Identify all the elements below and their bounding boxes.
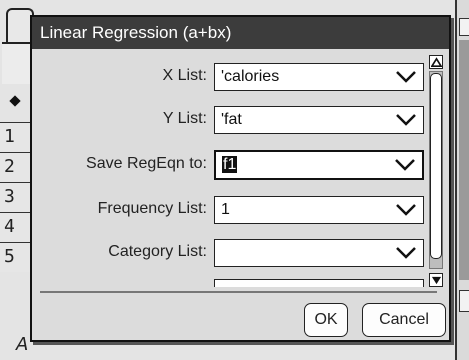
chevron-down-icon — [396, 114, 416, 126]
background-cell-reference: A — [16, 334, 29, 355]
y-list-value: 'fat — [221, 111, 242, 128]
frequency-list-value: 1 — [221, 201, 230, 218]
triangle-down-icon — [431, 276, 441, 284]
formula-row-diamond-icon — [9, 95, 21, 107]
scroll-thumb[interactable] — [430, 73, 442, 259]
x-list-label: X List: — [162, 67, 207, 84]
chevron-down-icon — [396, 247, 416, 259]
background-right-control — [459, 18, 469, 36]
triangle-up-icon — [430, 56, 442, 67]
frequency-list-label: Frequency List: — [97, 200, 207, 217]
y-list-select[interactable]: 'fat — [214, 106, 424, 134]
row-number: 5 — [0, 242, 30, 272]
category-list-label: Category List: — [108, 243, 207, 260]
ok-button[interactable]: OK — [304, 303, 348, 337]
x-list-select[interactable]: 'calories — [214, 63, 424, 91]
chevron-down-icon — [395, 159, 415, 171]
cancel-button[interactable]: Cancel — [362, 303, 446, 337]
category-list-select[interactable] — [214, 239, 424, 267]
row-number: 2 — [0, 152, 30, 182]
dialog-title: Linear Regression (a+bx) — [32, 17, 449, 49]
linear-regression-dialog: Linear Regression (a+bx) X List: 'calori… — [30, 15, 451, 342]
background-row-numbers: 1 2 3 4 5 — [0, 122, 30, 272]
y-list-label: Y List: — [162, 110, 207, 127]
scroll-down-button[interactable] — [429, 273, 443, 287]
row-number: 3 — [0, 182, 30, 212]
chevron-down-icon — [396, 71, 416, 83]
dialog-divider — [40, 291, 437, 293]
row-number: 1 — [0, 122, 30, 152]
save-regeqn-value: f1 — [222, 156, 238, 173]
x-list-value: 'calories — [221, 68, 280, 85]
row-number: 4 — [0, 212, 30, 242]
save-regeqn-label: Save RegEqn to: — [86, 155, 207, 172]
background-right-scrollbar — [459, 40, 469, 280]
dialog-scrollbar[interactable] — [429, 55, 445, 287]
save-regeqn-select[interactable]: f1 — [214, 150, 424, 180]
background-right-control — [459, 290, 469, 312]
scroll-up-button[interactable] — [429, 55, 443, 69]
frequency-list-select[interactable]: 1 — [214, 196, 424, 224]
background-column-header — [2, 42, 30, 84]
next-field-partial — [214, 279, 424, 287]
chevron-down-icon — [396, 204, 416, 216]
